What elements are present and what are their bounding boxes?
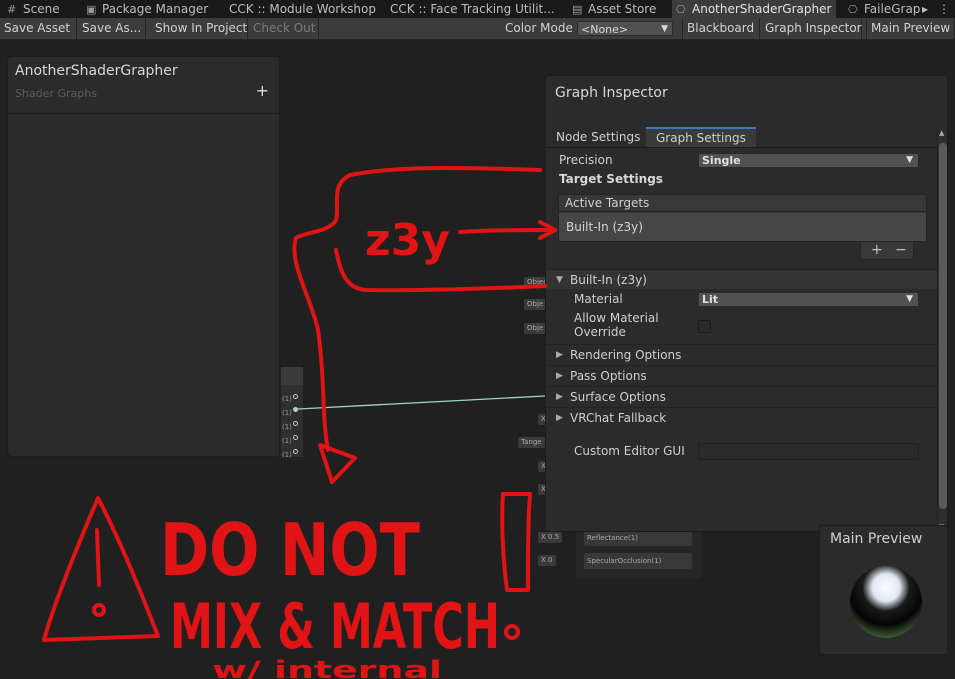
active-targets-header: Active Targets (559, 195, 926, 212)
add-property-button[interactable]: + (256, 81, 269, 100)
graph-inspector-panel: Graph Inspector Node Settings Graph Sett… (545, 75, 948, 532)
allow-material-override-label: Allow Material Override (574, 311, 659, 339)
foldout-label: Surface Options (570, 390, 666, 404)
custom-editor-gui-label: Custom Editor GUI (574, 444, 685, 458)
scroll-thumb[interactable] (939, 143, 947, 509)
foldout-label: Rendering Options (570, 348, 682, 362)
chevron-down-icon: ▼ (906, 155, 913, 165)
add-target-button[interactable]: + (871, 242, 883, 258)
precision-label: Precision (559, 153, 613, 167)
target-settings-heading: Target Settings (559, 172, 663, 186)
active-targets-list: Active Targets Built-In (z3y) (558, 194, 927, 242)
triangle-right-icon: ▶ (556, 371, 563, 381)
rendering-options-foldout[interactable]: ▶ Rendering Options (546, 344, 937, 364)
inspector-tabs: Node Settings Graph Settings (546, 127, 937, 148)
material-value: Lit (702, 293, 719, 306)
allow-material-override-checkbox[interactable] (698, 320, 711, 333)
connection-edge[interactable] (297, 395, 546, 410)
pass-options-foldout[interactable]: ▶ Pass Options (546, 365, 937, 385)
divider (8, 113, 279, 114)
triangle-down-icon: ▼ (556, 275, 563, 285)
builtin-foldout[interactable]: ▼ Built-In (z3y) (546, 269, 937, 289)
triangle-right-icon: ▶ (556, 392, 563, 402)
tab-graph-settings[interactable]: Graph Settings (646, 127, 756, 147)
blackboard-title: AnotherShaderGrapher (15, 63, 178, 79)
chevron-down-icon: ▼ (906, 294, 913, 304)
foldout-label: Built-In (z3y) (570, 273, 647, 287)
main-preview-title: Main Preview (830, 531, 923, 547)
main-preview-panel: Main Preview (819, 525, 948, 655)
inspector-title: Graph Inspector (555, 85, 668, 101)
triangle-right-icon: ▶ (556, 350, 563, 360)
foldout-label: Pass Options (570, 369, 647, 383)
remove-target-button[interactable]: − (895, 242, 907, 258)
label-line: Override (574, 325, 626, 339)
vrchat-fallback-foldout[interactable]: ▶ VRChat Fallback (546, 407, 937, 427)
scroll-up-icon[interactable]: ▲ (939, 129, 944, 137)
triangle-right-icon: ▶ (556, 413, 563, 423)
custom-editor-gui-field[interactable] (698, 443, 919, 460)
precision-dropdown[interactable]: Single ▼ (698, 153, 919, 168)
material-dropdown[interactable]: Lit ▼ (698, 292, 919, 307)
inspector-scrollbar[interactable]: ▲ ▼ (937, 129, 947, 531)
targets-list-buttons: + − (860, 242, 914, 260)
preview-sphere[interactable] (850, 566, 922, 638)
surface-options-foldout[interactable]: ▶ Surface Options (546, 386, 937, 406)
blackboard-panel: AnotherShaderGrapher Shader Graphs + (7, 56, 280, 457)
tab-node-settings[interactable]: Node Settings (546, 127, 650, 147)
material-label: Material (574, 292, 623, 306)
label-line: Allow Material (574, 311, 659, 325)
active-target-item[interactable]: Built-In (z3y) (559, 213, 926, 241)
blackboard-subtitle: Shader Graphs (15, 87, 97, 100)
precision-value: Single (702, 154, 741, 167)
foldout-label: VRChat Fallback (570, 411, 667, 425)
